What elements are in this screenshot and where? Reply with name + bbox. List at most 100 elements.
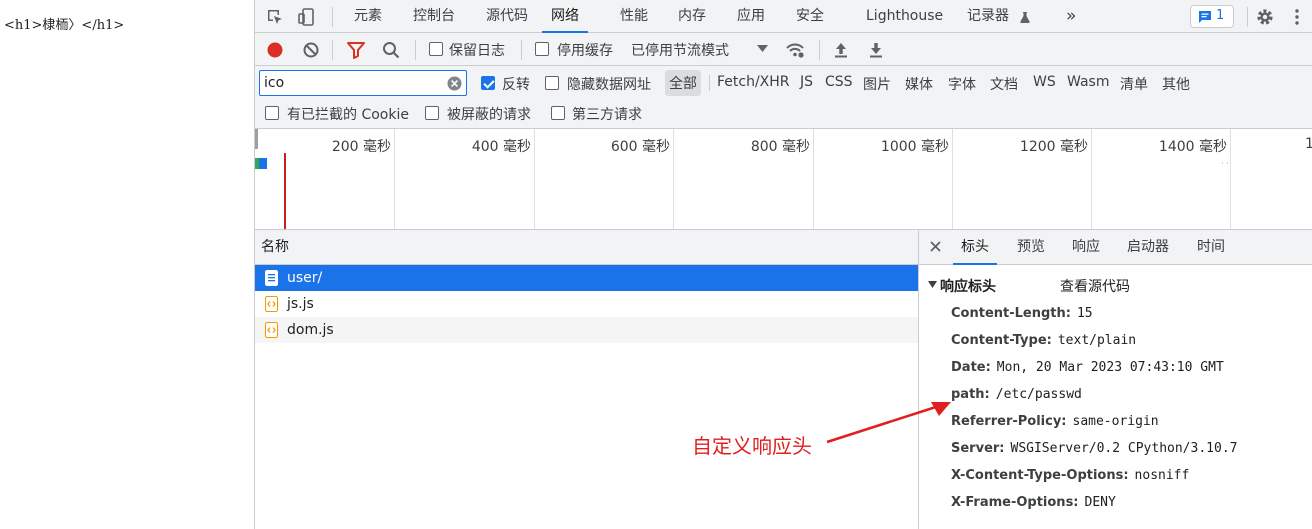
type-filter-css[interactable]: CSS — [825, 74, 853, 90]
network-overview[interactable]: 200 毫秒 400 毫秒 600 毫秒 800 毫秒 1000 毫秒 1200… — [255, 129, 1312, 230]
message-icon — [1199, 11, 1211, 23]
tab-elements[interactable]: 元素 — [354, 0, 382, 33]
hide-data-urls-checkbox[interactable] — [545, 76, 559, 90]
divider — [819, 40, 820, 60]
load-event-marker — [284, 153, 286, 229]
hide-data-urls-label: 隐藏数据网址 — [567, 77, 651, 93]
header-name: X-Frame-Options: — [951, 495, 1079, 510]
view-source-link[interactable]: 查看源代码 — [1060, 276, 1130, 296]
request-details: 标头 预览 响应 启动器 时间 响应标头 查看源代码 Content-Lengt… — [919, 230, 1312, 529]
dropdown-arrow-icon[interactable] — [757, 45, 768, 53]
devtools-tabbar: 元素 控制台 源代码 网络 性能 内存 应用 安全 Lighthouse 记录器… — [255, 0, 1312, 33]
export-har-icon[interactable] — [866, 40, 886, 60]
header-value: same-origin — [1072, 414, 1159, 429]
request-row-user[interactable]: user/ — [255, 265, 918, 291]
blocked-requests-label: 被屏蔽的请求 — [447, 107, 531, 123]
page-text: <h1>棣栭〉</h1> — [4, 18, 125, 33]
type-filter-all[interactable]: 全部 — [665, 70, 701, 96]
tab-initiator[interactable]: 启动器 — [1127, 230, 1169, 265]
filter-input[interactable]: ico — [264, 75, 284, 91]
clear-icon[interactable] — [301, 40, 321, 60]
tab-headers[interactable]: 标头 — [953, 230, 997, 265]
throttling-select[interactable]: 已停用节流模式 — [631, 40, 729, 60]
request-list: 名称 user/ js.js dom.js — [255, 230, 919, 529]
type-filter-ws[interactable]: WS — [1033, 74, 1056, 90]
header-name: Content-Length: — [951, 306, 1071, 321]
network-conditions-icon[interactable] — [785, 40, 805, 60]
clear-filter-icon[interactable] — [447, 76, 462, 91]
third-party-label: 第三方请求 — [572, 107, 642, 123]
script-icon — [265, 322, 278, 338]
header-name: Referrer-Policy: — [951, 414, 1067, 429]
record-icon[interactable] — [265, 40, 285, 60]
tab-recorder[interactable]: 记录器 — [967, 0, 1009, 33]
divider — [332, 40, 333, 60]
type-filter-other[interactable]: 其他 — [1162, 74, 1190, 94]
tab-security[interactable]: 安全 — [796, 0, 824, 33]
response-header-row: X-Content-Type-Options: nosniff — [951, 468, 1189, 483]
overview-tick: 800 毫秒 — [750, 139, 810, 155]
request-row-dom[interactable]: dom.js — [255, 317, 918, 343]
header-value: nosniff — [1134, 468, 1190, 483]
annotation-text: 自定义响应头 — [692, 434, 812, 458]
tab-timing[interactable]: 时间 — [1197, 230, 1225, 265]
type-filter-wasm[interactable]: Wasm — [1067, 74, 1109, 90]
preserve-log-label: 保留日志 — [449, 43, 505, 59]
close-icon[interactable] — [930, 241, 941, 252]
divider — [521, 40, 522, 60]
type-filter-fetch-xhr[interactable]: Fetch/XHR — [717, 74, 790, 90]
tab-application[interactable]: 应用 — [737, 0, 765, 33]
header-value: Mon, 20 Mar 2023 07:43:10 GMT — [996, 360, 1224, 375]
response-header-row: Server: WSGIServer/0.2 CPython/3.10.7 — [951, 441, 1237, 456]
device-toolbar-icon[interactable] — [297, 7, 317, 27]
tab-response[interactable]: 响应 — [1072, 230, 1100, 265]
overview-tick: 600 毫秒 — [610, 139, 670, 155]
collapse-triangle-icon[interactable] — [928, 281, 937, 288]
response-header-row: path:/etc/passwd — [951, 387, 1082, 402]
preserve-log-checkbox[interactable] — [429, 42, 443, 56]
more-tabs-button[interactable]: » — [1066, 0, 1076, 33]
issues-badge[interactable]: 1 — [1190, 5, 1234, 28]
import-har-icon[interactable] — [831, 40, 851, 60]
type-filter-img[interactable]: 图片 — [863, 74, 891, 94]
header-name: Date: — [951, 360, 991, 375]
tab-sources[interactable]: 源代码 — [486, 0, 528, 33]
filter-icon[interactable] — [346, 40, 366, 60]
tab-performance[interactable]: 性能 — [620, 0, 648, 33]
details-tabbar: 标头 预览 响应 启动器 时间 — [919, 230, 1312, 265]
divider — [415, 40, 416, 60]
disable-cache-checkbox[interactable] — [535, 42, 549, 56]
blocked-cookies-label: 有已拦截的 Cookie — [287, 107, 409, 123]
annotation-arrow-icon — [826, 402, 951, 444]
more-options-icon[interactable] — [1287, 7, 1307, 27]
tab-preview[interactable]: 预览 — [1017, 230, 1045, 265]
header-value: /etc/passwd — [995, 387, 1082, 402]
response-header-row: Date: Mon, 20 Mar 2023 07:43:10 GMT — [951, 360, 1224, 375]
settings-gear-icon[interactable] — [1255, 7, 1275, 27]
overview-dots: ·· — [1221, 159, 1231, 169]
tab-lighthouse[interactable]: Lighthouse — [866, 0, 943, 33]
type-filter-media[interactable]: 媒体 — [905, 74, 933, 94]
blocked-cookies-checkbox[interactable] — [265, 106, 279, 120]
search-icon[interactable] — [381, 40, 401, 60]
type-filter-doc[interactable]: 文档 — [990, 74, 1018, 94]
type-filter-font[interactable]: 字体 — [948, 74, 976, 94]
invert-checkbox[interactable] — [481, 76, 495, 90]
tab-memory[interactable]: 内存 — [678, 0, 706, 33]
inspect-element-icon[interactable] — [265, 7, 285, 27]
overview-handle[interactable] — [255, 129, 258, 149]
tab-network[interactable]: 网络 — [542, 0, 588, 33]
name-column-header[interactable]: 名称 — [255, 230, 918, 265]
request-row-js[interactable]: js.js — [255, 291, 918, 317]
tab-console[interactable]: 控制台 — [413, 0, 455, 33]
response-header-row: Referrer-Policy: same-origin — [951, 414, 1159, 429]
third-party-checkbox[interactable] — [551, 106, 565, 120]
header-name: X-Content-Type-Options: — [951, 468, 1129, 483]
overview-tick: 400 毫秒 — [471, 139, 531, 155]
type-filter-manifest[interactable]: 清单 — [1120, 74, 1148, 94]
type-filter-js[interactable]: JS — [800, 74, 813, 90]
blocked-requests-checkbox[interactable] — [425, 106, 439, 120]
section-title[interactable]: 响应标头 — [940, 276, 996, 296]
script-icon — [265, 296, 278, 312]
issues-count: 1 — [1216, 8, 1225, 23]
